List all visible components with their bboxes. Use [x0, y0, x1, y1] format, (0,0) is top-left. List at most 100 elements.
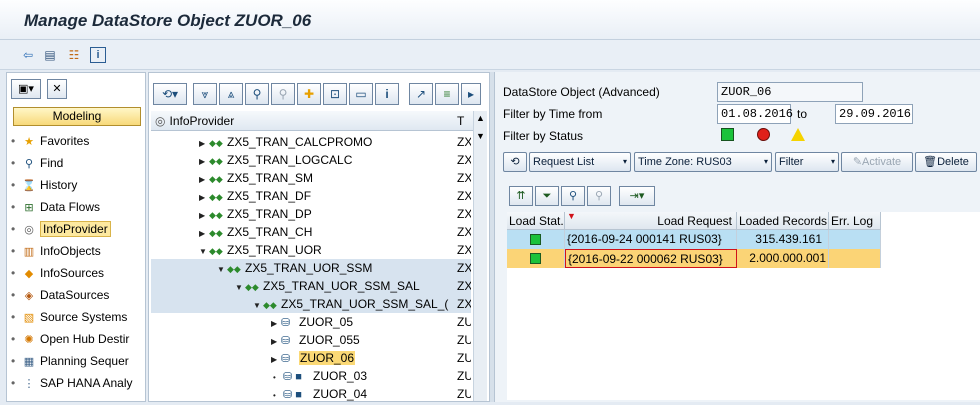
tree-row-label: ZX5_TRAN_LOGCALC [227, 153, 353, 167]
tree-row[interactable]: ▶⛁ZUOR_055ZU( [151, 331, 471, 349]
infoarea-icon: ◆◆ [209, 174, 223, 184]
dso-field[interactable]: ZUOR_06 [717, 82, 863, 102]
tree-row-label: ZX5_TRAN_CH [227, 225, 313, 239]
tree-row-type: ZX5 [457, 297, 471, 311]
time-zone-button[interactable]: Time Zone: RUS03 ▾ [634, 152, 772, 172]
tree-row-type: ZX5 [457, 189, 471, 203]
planning-icon: ▦ [23, 356, 35, 368]
tree-row[interactable]: ▼◆◆ZX5_TRAN_UOR_SSM_SAL_(ZX5 [151, 295, 471, 313]
tree-row[interactable]: ▶◆◆ZX5_TRAN_CALCPROMOZX5 [151, 133, 471, 151]
favorite-add-icon[interactable]: ✚ [297, 83, 321, 105]
refresh-button[interactable]: ⟲ [503, 152, 527, 172]
binoculars-icon[interactable]: ⚲ [245, 83, 269, 105]
align-icon[interactable]: ≡ [435, 83, 459, 105]
nav-item-datasources[interactable]: • ◈ DataSources [11, 285, 145, 305]
err-log-cell[interactable] [829, 230, 881, 249]
chevron-down-icon: ▾ [622, 157, 627, 166]
find-next-icon[interactable]: ⚲ [587, 186, 611, 206]
date-from-field[interactable]: 01.08.2016 [717, 104, 793, 124]
star-icon: ★ [24, 136, 34, 148]
tree-row[interactable]: ▶◆◆ZX5_TRAN_DPZX5 [151, 205, 471, 223]
tree-row[interactable]: ▼◆◆ZX5_TRAN_UORZX5 [151, 241, 471, 259]
status-yellow-icon[interactable] [791, 128, 805, 141]
column-header-load-request[interactable]: ▼ Load Request [565, 211, 737, 230]
navigate-icon[interactable]: ↗ [409, 83, 433, 105]
tree-row[interactable]: ▼◆◆ZX5_TRAN_UOR_SSMZX5 [151, 259, 471, 277]
status-green-icon [530, 253, 541, 265]
tree-row[interactable]: ▶◆◆ZX5_TRAN_DFZX5 [151, 187, 471, 205]
nav-item-infosources[interactable]: • ◆ InfoSources [11, 263, 145, 283]
column-header-load-status[interactable]: Load Stat. [507, 212, 565, 230]
find-next-icon[interactable]: ⚲ [271, 83, 295, 105]
expand-all-icon[interactable]: ⩔ [193, 83, 217, 105]
load-request-cell[interactable]: {2016-09-22 000062 RUS03} [565, 249, 737, 268]
info-icon[interactable]: i [90, 47, 106, 63]
tree-row-label: ZX5_TRAN_UOR_SSM [245, 261, 373, 275]
tree-row[interactable]: ▶◆◆ZX5_TRAN_SMZX5 [151, 169, 471, 187]
nav-item-planning[interactable]: • ▦ Planning Sequer [11, 351, 145, 371]
tree-row-label: ZX5_TRAN_CALCPROMO [227, 135, 373, 149]
folder-icon[interactable]: ▭ [349, 83, 373, 105]
infoprovider-icon: ◎ [24, 224, 34, 236]
activate-button[interactable]: ✎Activate [841, 152, 913, 172]
tree-row[interactable]: ▶◆◆ZX5_TRAN_LOGCALCZX5 [151, 151, 471, 169]
delete-button[interactable]: 🗑Delete [915, 152, 977, 172]
date-to-field[interactable]: 29.09.2016 [835, 104, 913, 124]
collapse-all-icon[interactable]: ⩓ [219, 83, 243, 105]
tree-row[interactable]: •⛁ ■ZUOR_03ZU( [151, 367, 471, 385]
tree-row[interactable]: ▶⛁ZUOR_06ZU( [151, 349, 471, 367]
tree-row[interactable]: ▼◆◆ZX5_TRAN_UOR_SSM_SALZX5 [151, 277, 471, 295]
status-green-icon[interactable] [721, 128, 734, 141]
table-icon[interactable]: ▤ [42, 48, 58, 62]
err-log-cell[interactable] [829, 249, 881, 268]
load-request-cell[interactable]: {2016-09-24 000141 RUS03} [565, 230, 737, 249]
nav-item-source-systems[interactable]: • ▧ Source Systems [11, 307, 145, 327]
sort-ascending-icon[interactable]: ⇈ [509, 186, 533, 206]
tree-row-type: ZX5 [457, 171, 471, 185]
chevron-down-icon: ▾ [830, 157, 835, 166]
filter-time-label: Filter by Time from [503, 107, 603, 121]
column-header-loaded-records[interactable]: Loaded Records [737, 212, 829, 230]
tree-row[interactable]: ▶⛁ZUOR_05ZU( [151, 313, 471, 331]
layout-toggle-button[interactable]: ▣▾ [11, 79, 41, 99]
infoarea-icon: ◆◆ [245, 282, 259, 292]
filter-button[interactable]: Filter ▾ [775, 152, 839, 172]
tree-scrollbar[interactable]: ▲ ▼ [473, 111, 487, 401]
filter-icon[interactable]: ⏷ [535, 186, 559, 206]
back-arrow-icon[interactable]: ⇦ [20, 48, 36, 62]
modeling-button[interactable]: Modeling [13, 107, 141, 126]
refresh-icon[interactable]: ⟲▾ [153, 83, 187, 105]
infoarea-icon: ◆◆ [209, 246, 223, 256]
nav-item-history[interactable]: • ⌛ History [11, 175, 145, 195]
tree-row-type: ZX5 [457, 135, 471, 149]
nav-item-infoprovider[interactable]: • ◎ InfoProvider [11, 219, 145, 239]
dso-icon: ⛁ [281, 353, 291, 365]
infoobject-icon: ▥ [23, 246, 35, 258]
display-icon[interactable]: ⊡ [323, 83, 347, 105]
page-title: Manage DataStore Object ZUOR_06 [24, 11, 312, 30]
nav-item-infoobjects[interactable]: • ▥ InfoObjects [11, 241, 145, 261]
tree-row-label: ZX5_TRAN_UOR_SSM_SAL [263, 279, 420, 293]
binoculars-icon[interactable]: ⚲ [561, 186, 585, 206]
load-status-cell [507, 249, 565, 268]
export-icon[interactable]: ⇥▾ [619, 186, 655, 206]
nav-item-open-hub[interactable]: • ✺ Open Hub Destir [11, 329, 145, 349]
expand-toggle-icon[interactable]: • [273, 387, 283, 405]
dataflow-icon: ⊞ [24, 202, 34, 214]
info-icon[interactable]: i [375, 83, 399, 105]
nav-item-find[interactable]: • ⚲ Find [11, 153, 145, 173]
hierarchy-icon[interactable]: ☷ [66, 48, 82, 62]
dso-icon: ⛁ [281, 335, 291, 347]
more-tools-icon[interactable]: ▸ [461, 83, 481, 105]
nav-item-favorites[interactable]: • ★ Favorites [11, 131, 145, 151]
title-bar: Manage DataStore Object ZUOR_06 [0, 0, 980, 40]
request-list-button[interactable]: Request List ▾ [529, 152, 631, 172]
tree-row[interactable]: ▶◆◆ZX5_TRAN_CHZX5 [151, 223, 471, 241]
dso-sub-icon: ⛁ ■ [283, 389, 302, 401]
nav-item-data-flows[interactable]: • ⊞ Data Flows [11, 197, 145, 217]
tree-row[interactable]: •⛁ ■ ZUOR_04 ZU( [151, 385, 471, 403]
nav-item-hana[interactable]: • ⋮ SAP HANA Analy [11, 373, 145, 393]
close-panel-button[interactable]: ✕ [47, 79, 67, 99]
status-red-icon[interactable] [757, 128, 770, 141]
column-header-err-log[interactable]: Err. Log [829, 212, 881, 230]
